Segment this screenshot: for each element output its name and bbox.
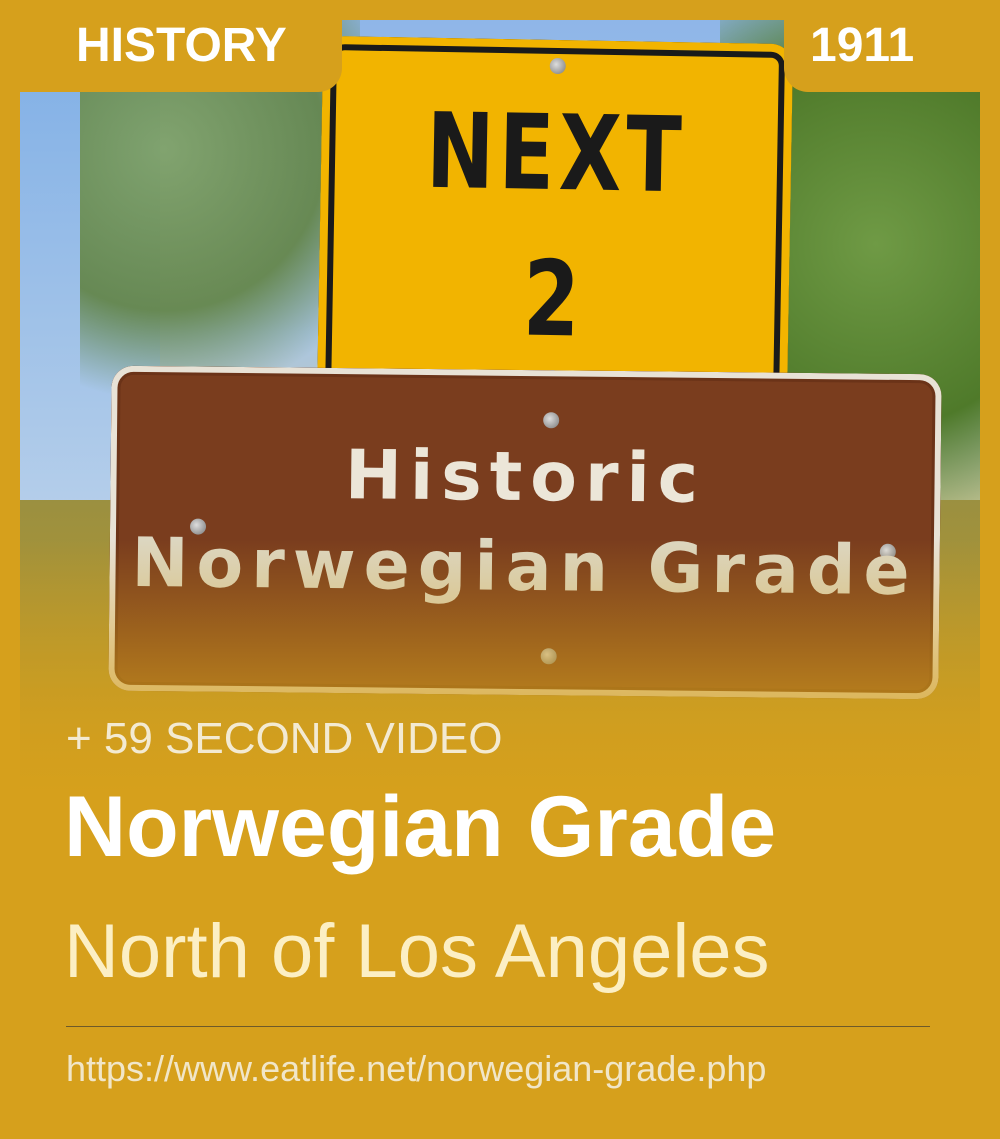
year-tag: 1911 [784, 0, 1000, 92]
source-url-link[interactable]: https://www.eatlife.net/norwegian-grade.… [66, 1048, 766, 1090]
sign-bolt [549, 57, 566, 75]
card: NEXT 2 MILES Historic Norwegian Grade HI… [0, 0, 1000, 1139]
video-link[interactable]: + 59 SECOND VIDEO [66, 714, 502, 764]
page-title: Norwegian Grade [64, 779, 777, 875]
sign-line-1: NEXT [425, 89, 688, 217]
sign-bolt [543, 412, 560, 429]
year-label: 1911 [810, 19, 915, 72]
next-2-miles-sign: NEXT 2 MILES [316, 35, 794, 485]
divider [66, 1026, 930, 1027]
category-tag[interactable]: HISTORY [20, 0, 342, 92]
sign-line-historic: Historic [344, 436, 707, 519]
hero-photo: NEXT 2 MILES Historic Norwegian Grade [20, 20, 980, 800]
category-label: HISTORY [76, 19, 287, 72]
page-subtitle: North of Los Angeles [64, 909, 770, 994]
